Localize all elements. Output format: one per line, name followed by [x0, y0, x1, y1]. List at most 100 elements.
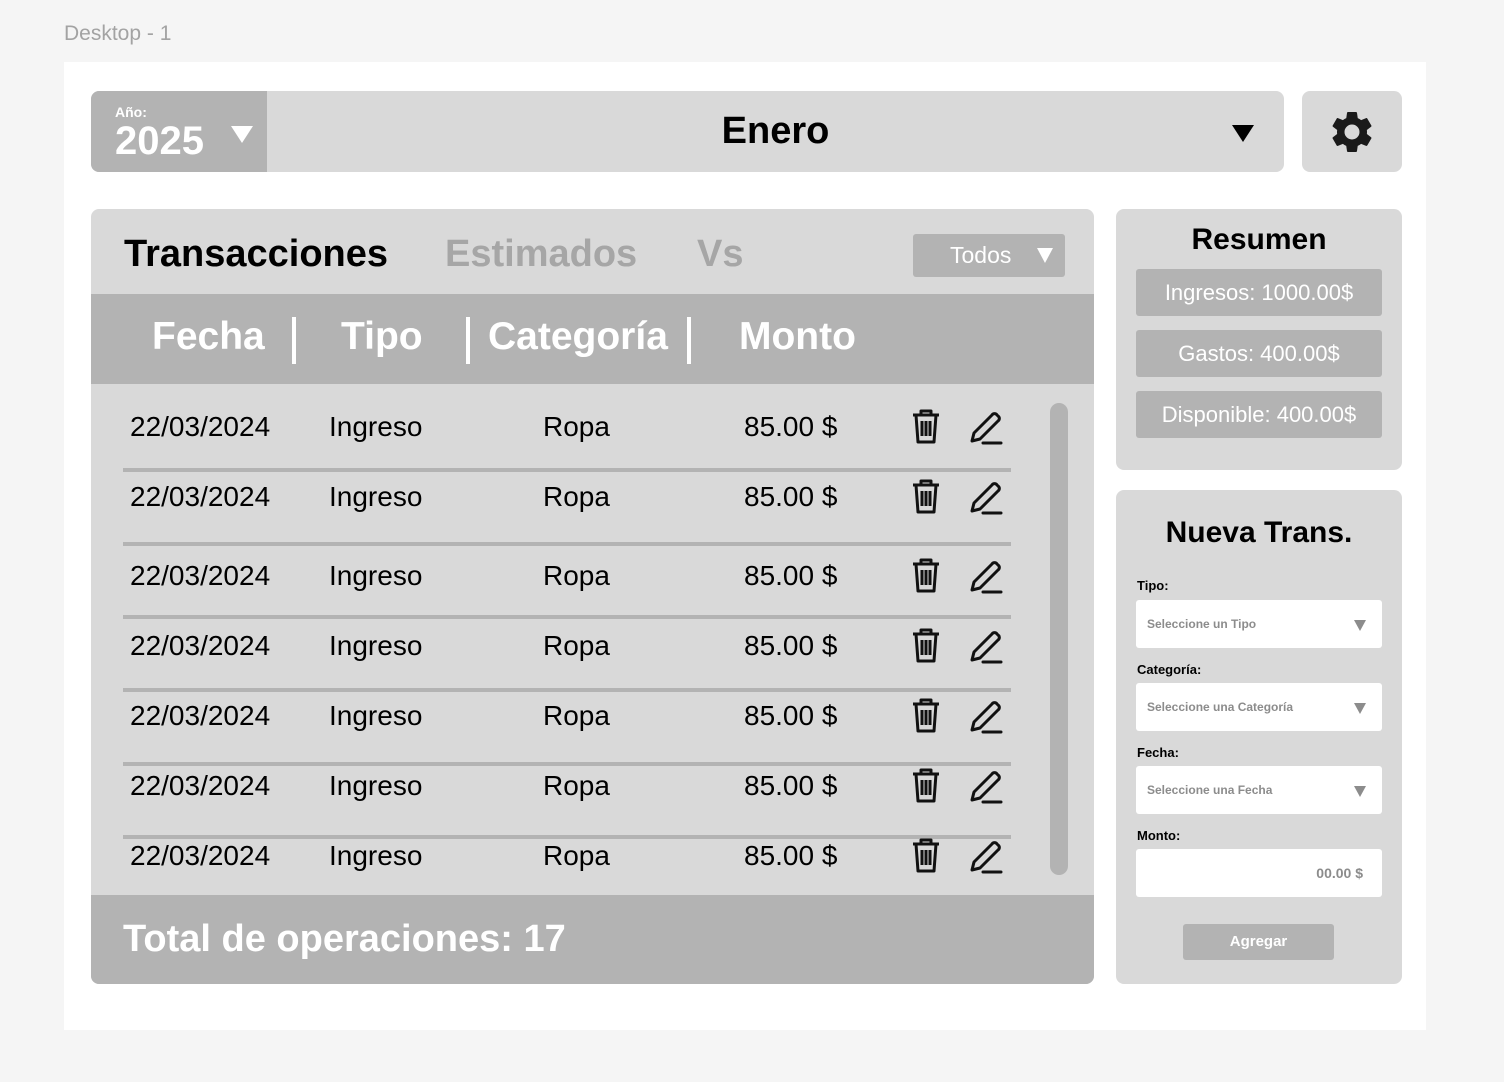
table-row: 22/03/2024 Ingreso Ropa 85.00 $: [91, 753, 1094, 823]
column-divider: [466, 317, 470, 364]
summary-disponible: Disponible: 400.00$: [1136, 391, 1382, 438]
transactions-panel: Transacciones Estimados Vs Todos Fecha T…: [91, 209, 1094, 984]
add-button[interactable]: Agregar: [1183, 924, 1334, 960]
cell-fecha: 22/03/2024: [130, 700, 271, 731]
total-operations: Total de operaciones: 17: [123, 918, 566, 960]
tipo-placeholder: Seleccione un Tipo: [1147, 617, 1257, 631]
trash-icon[interactable]: [908, 696, 944, 734]
table-row: 22/03/2024 Ingreso Ropa 85.00 $: [91, 394, 1094, 464]
monto-input[interactable]: 00.00 $: [1136, 849, 1382, 897]
caret-down-icon: [1354, 620, 1366, 631]
cell-categoria: Ropa: [543, 630, 610, 661]
cell-categoria: Ropa: [543, 481, 610, 512]
table-row: 22/03/2024 Ingreso Ropa 85.00 $: [91, 683, 1094, 753]
summary-title: Resumen: [1191, 223, 1327, 256]
trash-icon[interactable]: [908, 407, 944, 445]
trash-icon[interactable]: [908, 556, 944, 594]
cell-fecha: 22/03/2024: [130, 630, 271, 661]
cell-tipo: Ingreso: [329, 770, 423, 801]
tipo-label: Tipo:: [1137, 578, 1169, 593]
cell-fecha: 22/03/2024: [130, 840, 271, 871]
cell-monto: 85.00 $: [744, 840, 838, 871]
cell-tipo: Ingreso: [329, 630, 423, 661]
pencil-icon[interactable]: [967, 697, 1005, 735]
tab-estimados[interactable]: Estimados: [445, 233, 637, 276]
tipo-select[interactable]: Seleccione un Tipo: [1136, 600, 1382, 648]
pencil-icon[interactable]: [967, 767, 1005, 805]
cell-tipo: Ingreso: [329, 840, 423, 871]
caret-down-icon: [231, 126, 253, 143]
caret-down-icon[interactable]: [1232, 125, 1254, 142]
trash-icon[interactable]: [908, 477, 944, 515]
month-select[interactable]: Enero: [267, 110, 1284, 153]
fecha-label: Fecha:: [1137, 745, 1179, 760]
settings-button[interactable]: [1302, 91, 1402, 172]
table-header: Fecha Tipo Categoría Monto: [91, 294, 1094, 384]
fecha-placeholder: Seleccione una Fecha: [1147, 783, 1273, 797]
cell-tipo: Ingreso: [329, 700, 423, 731]
cell-categoria: Ropa: [543, 411, 610, 442]
table-scrollbar[interactable]: [1050, 403, 1068, 875]
caret-down-icon: [1354, 703, 1366, 714]
pencil-icon[interactable]: [967, 627, 1005, 665]
cell-categoria: Ropa: [543, 560, 610, 591]
column-header-categoria[interactable]: Categoría: [488, 315, 668, 359]
column-header-tipo[interactable]: Tipo: [341, 315, 423, 359]
cell-categoria: Ropa: [543, 840, 610, 871]
pencil-icon[interactable]: [967, 557, 1005, 595]
cell-fecha: 22/03/2024: [130, 770, 271, 801]
categoria-placeholder: Seleccione una Categoría: [1147, 700, 1294, 714]
trash-icon[interactable]: [908, 766, 944, 804]
categoria-select[interactable]: Seleccione una Categoría: [1136, 683, 1382, 731]
year-select[interactable]: Año: 2025: [91, 91, 267, 172]
trash-icon[interactable]: [908, 836, 944, 874]
column-divider: [292, 317, 296, 364]
table-footer: Total de operaciones: 17: [91, 895, 1094, 984]
table-row: 22/03/2024 Ingreso Ropa 85.00 $: [91, 464, 1094, 534]
year-value: 2025: [115, 119, 204, 163]
caret-down-icon: [1354, 786, 1366, 797]
pencil-icon[interactable]: [967, 478, 1005, 516]
pencil-icon[interactable]: [967, 837, 1005, 875]
monto-placeholder: 00.00 $: [1316, 865, 1363, 881]
summary-ingresos: Ingresos: 1000.00$: [1136, 269, 1382, 316]
cell-monto: 85.00 $: [744, 630, 838, 661]
table-row: 22/03/2024 Ingreso Ropa 85.00 $: [91, 543, 1094, 613]
monto-label: Monto:: [1137, 828, 1181, 843]
fecha-select[interactable]: Seleccione una Fecha: [1136, 766, 1382, 814]
table-row: 22/03/2024 Ingreso Ropa 85.00 $: [91, 823, 1094, 893]
tab-vs[interactable]: Vs: [697, 233, 743, 276]
year-label: Año:: [115, 104, 147, 120]
cell-tipo: Ingreso: [329, 481, 423, 512]
cell-fecha: 22/03/2024: [130, 411, 271, 442]
trash-icon[interactable]: [908, 626, 944, 664]
table-row: 22/03/2024 Ingreso Ropa 85.00 $: [91, 613, 1094, 683]
categoria-label: Categoría:: [1137, 662, 1202, 677]
column-divider: [687, 317, 691, 364]
cell-monto: 85.00 $: [744, 770, 838, 801]
cell-categoria: Ropa: [543, 770, 610, 801]
cell-fecha: 22/03/2024: [130, 481, 271, 512]
type-filter-select[interactable]: Todos: [913, 234, 1065, 277]
column-header-fecha[interactable]: Fecha: [152, 315, 265, 359]
new-transaction-title: Nueva Trans.: [1165, 516, 1353, 549]
frame-label: Desktop - 1: [64, 22, 172, 45]
cell-tipo: Ingreso: [329, 411, 423, 442]
cell-categoria: Ropa: [543, 700, 610, 731]
filter-value: Todos: [950, 242, 1012, 268]
summary-panel: Resumen Ingresos: 1000.00$ Gastos: 400.0…: [1116, 209, 1402, 470]
cell-tipo: Ingreso: [329, 560, 423, 591]
caret-down-icon: [1037, 248, 1053, 263]
new-transaction-panel: Nueva Trans. Tipo: Seleccione un Tipo Ca…: [1116, 490, 1402, 984]
cell-monto: 85.00 $: [744, 411, 838, 442]
column-header-monto[interactable]: Monto: [739, 315, 856, 359]
cell-monto: 85.00 $: [744, 481, 838, 512]
period-bar: Año: 2025 Enero: [91, 91, 1284, 172]
app-frame: Año: 2025 Enero Transacciones Estimados …: [64, 62, 1426, 1030]
tab-transacciones[interactable]: Transacciones: [124, 233, 388, 276]
cell-monto: 85.00 $: [744, 560, 838, 591]
summary-gastos: Gastos: 400.00$: [1136, 330, 1382, 377]
gear-icon: [1332, 111, 1372, 152]
pencil-icon[interactable]: [967, 408, 1005, 446]
cell-fecha: 22/03/2024: [130, 560, 271, 591]
